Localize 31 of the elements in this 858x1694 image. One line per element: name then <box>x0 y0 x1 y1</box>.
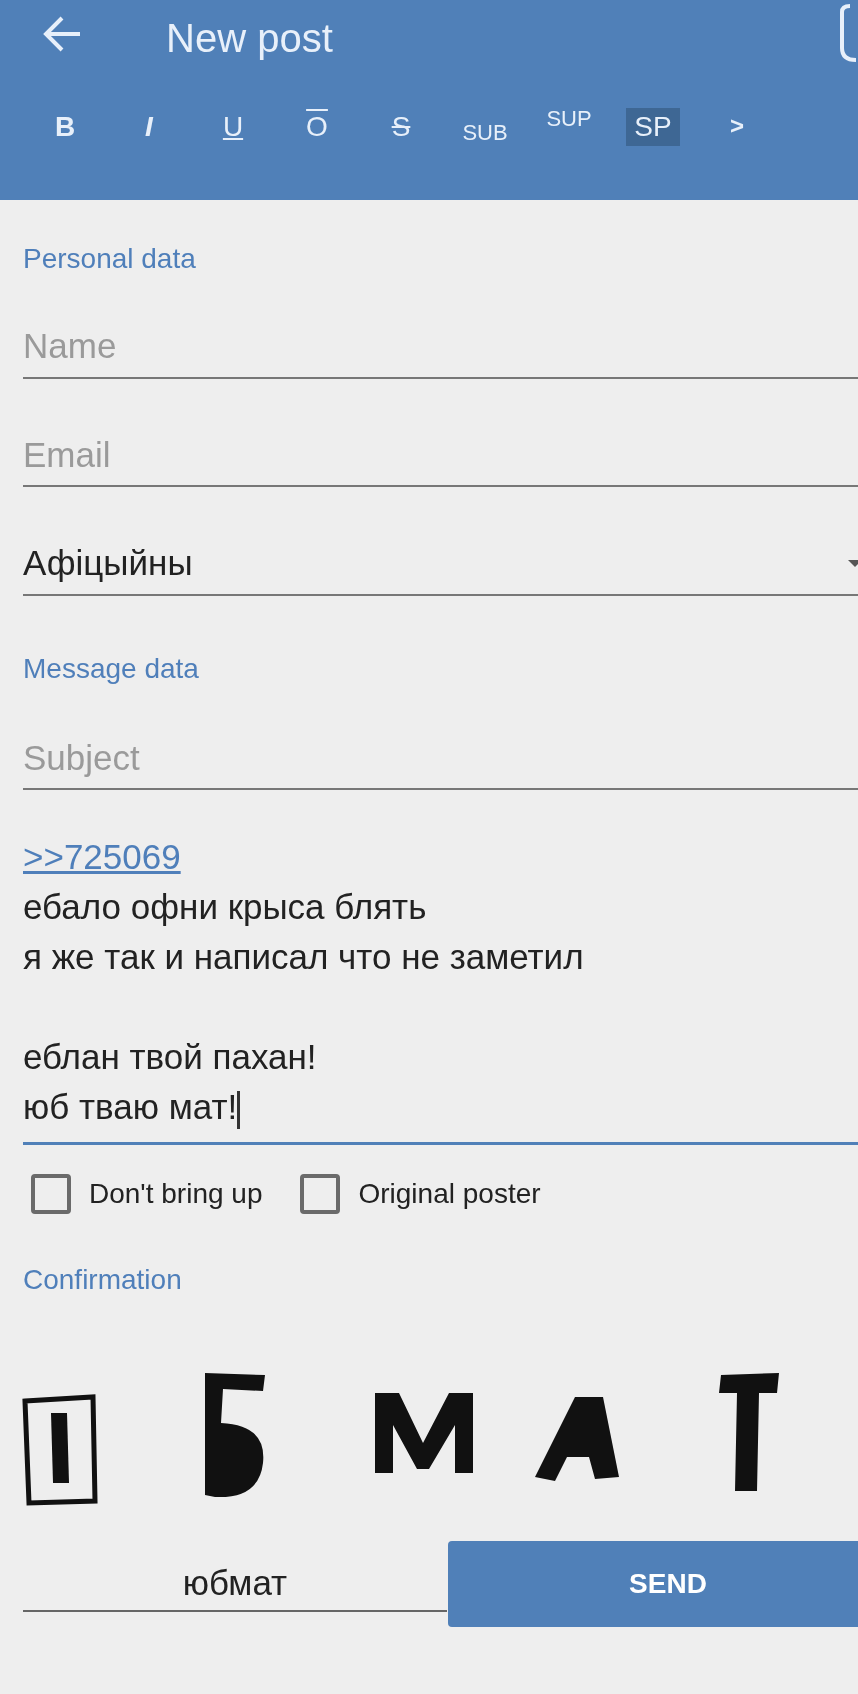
text-field[interactable]: Email <box>23 422 858 487</box>
message-field[interactable]: >>725069 ебало офни крыса блять я же так и написал что не заметил еблан твой пахан! юб тваю мат! <box>23 832 858 1145</box>
format-button[interactable]: U <box>206 108 260 146</box>
format-button[interactable]: O <box>290 108 344 146</box>
reply-link[interactable]: >>725069 <box>23 837 181 876</box>
checkbox[interactable] <box>31 1174 71 1214</box>
section-heading: Message data <box>23 651 200 686</box>
format-button[interactable]: I <box>122 108 176 146</box>
checkbox-label: Don't bring up <box>89 1177 263 1211</box>
checkbox-label: Original poster <box>358 1177 541 1211</box>
section-heading: Personal data <box>23 242 197 276</box>
message-line: юб тваю мат! <box>23 1082 858 1132</box>
dropdown-field[interactable]: Афіцыйны <box>23 531 858 596</box>
format-button[interactable]: SUB <box>458 117 512 148</box>
section-heading: Confirmation <box>23 1263 183 1297</box>
format-button[interactable]: B <box>38 108 92 146</box>
message-line: я же так и написал что не заметил <box>23 936 585 978</box>
subject-field[interactable]: Subject <box>23 725 858 790</box>
answer-field[interactable]: юбмат <box>23 1555 447 1613</box>
screen-title: New post <box>166 15 333 62</box>
format-button[interactable]: > <box>710 110 764 144</box>
text-field[interactable]: Name <box>23 314 858 379</box>
message-line: еблан твой пахан! <box>23 1036 318 1078</box>
text-cursor <box>237 1090 241 1129</box>
send-button[interactable]: SEND <box>448 1541 858 1627</box>
format-button[interactable]: S <box>374 108 428 146</box>
message-line: ебало офни крыса блять <box>23 886 428 928</box>
format-button[interactable]: SP <box>626 108 680 146</box>
format-button[interactable]: SUP <box>542 103 596 134</box>
checkbox[interactable] <box>300 1174 341 1214</box>
attachment-icon[interactable] <box>838 4 858 64</box>
